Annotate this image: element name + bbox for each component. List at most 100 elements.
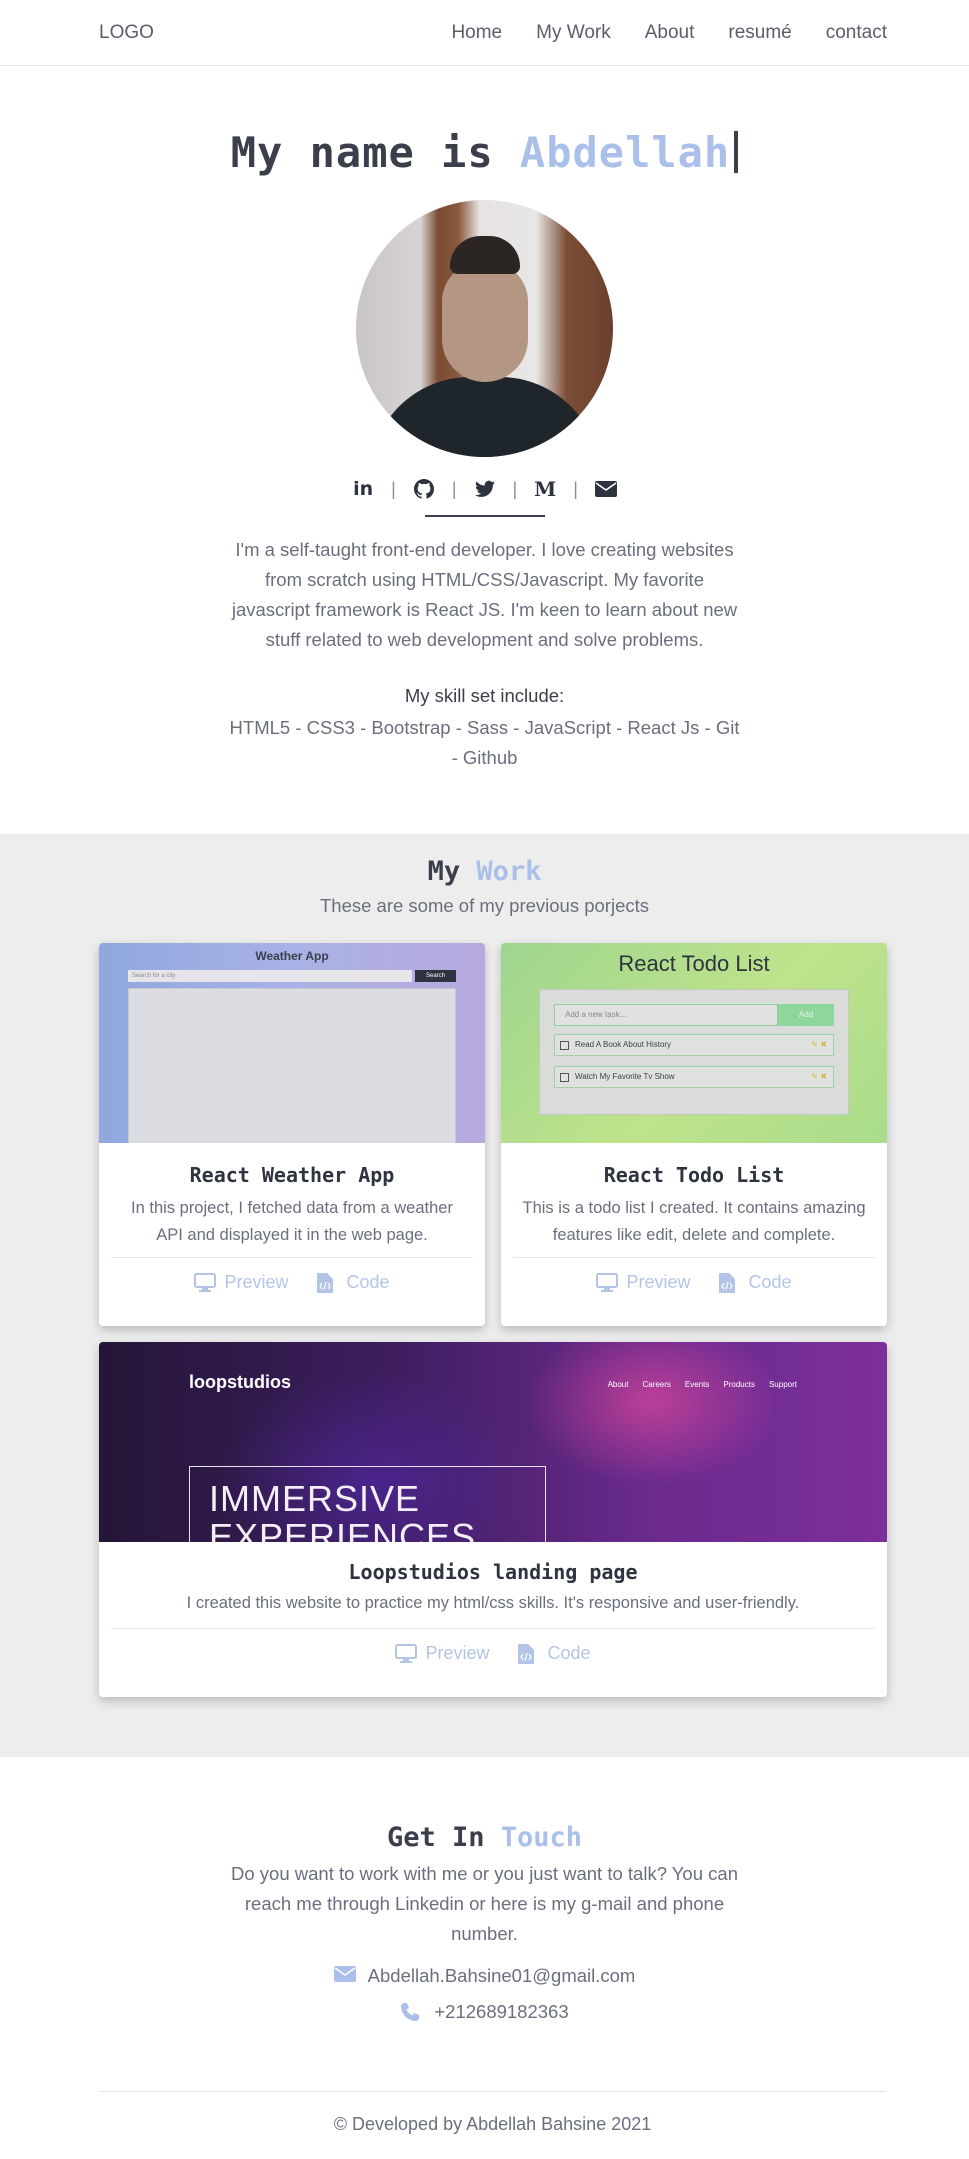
typing-cursor (734, 131, 739, 173)
contact-section: Get In Touch Do you want to work with me… (0, 1757, 969, 2023)
photo-face (441, 262, 528, 382)
contact-description: Do you want to work with me or you just … (231, 1863, 738, 1944)
nav-links: Home My Work About resumé contact (451, 22, 887, 44)
medium-icon[interactable]: M (534, 477, 556, 501)
project-thumbnail[interactable]: React Todo List Add a new task... Add Re… (501, 943, 887, 1143)
thumb-brand: loopstudios (189, 1372, 291, 1392)
nav-link-resume[interactable]: resumé (728, 22, 791, 44)
thumb-search-input: Search for a city (128, 970, 412, 982)
hero-title-name: Abdellah (519, 128, 731, 177)
social-separator: | (391, 478, 396, 499)
thumb-heading: React Todo List (618, 951, 770, 976)
footer: © Developed by Abdellah Bahsine 2021 (99, 2091, 886, 2135)
project-title: Loopstudios landing page (348, 1560, 638, 1584)
work-subtitle: These are some of my previous porjects (319, 895, 650, 916)
project-links: Preview Code (99, 1629, 887, 1678)
footer-text: © Developed by Abdellah Bahsine 2021 (333, 2114, 652, 2134)
preview-link[interactable]: Preview (395, 1643, 490, 1664)
code-label: Code (748, 1272, 792, 1292)
preview-label: Preview (626, 1272, 691, 1292)
contact-phone-text: +212689182363 (434, 2001, 569, 2022)
hero-section: My name is Abdellah in | | | M | I'm a s… (0, 66, 969, 773)
project-description: In this project, I fetched data from a w… (131, 1199, 453, 1244)
thumb-nav-item: Events (684, 1380, 710, 1389)
hero-divider (424, 515, 545, 517)
thumb-result-panel (128, 988, 456, 1143)
desktop-icon (395, 1643, 418, 1664)
thumb-todo-item: Read A Book About History ✎ ✖ (554, 1034, 834, 1056)
phone-icon (400, 2002, 422, 2022)
nav-link-contact[interactable]: contact (826, 22, 887, 44)
thumb-hero-text: IMMERSIVE EXPERIENCES (209, 1478, 476, 1543)
project-card-weather: Weather App Search for a city Search Rea… (99, 943, 485, 1326)
project-title: React Todo List (603, 1163, 785, 1187)
photo-hair (449, 236, 520, 274)
thumb-search-button: Search (415, 970, 456, 982)
preview-label: Preview (425, 1643, 490, 1663)
thumb-heading: Weather App (255, 949, 329, 963)
envelope-icon[interactable] (594, 478, 617, 500)
desktop-icon (194, 1272, 217, 1293)
code-link[interactable]: Code (718, 1272, 792, 1293)
nav-link-my-work[interactable]: My Work (536, 22, 611, 44)
project-description: This is a todo list I created. It contai… (522, 1199, 866, 1244)
thumb-nav: About Careers Events Products Support (608, 1380, 797, 1389)
bio-text: I'm a self-taught front-end developer. I… (231, 539, 738, 650)
logo[interactable]: LOGO (99, 22, 154, 44)
thumb-hero-line-1: IMMERSIVE (209, 1478, 421, 1519)
project-description: I created this website to practice my ht… (186, 1594, 800, 1612)
code-label: Code (547, 1643, 591, 1663)
work-title-prefix: My (427, 856, 477, 887)
code-link[interactable]: Code (517, 1643, 591, 1664)
photo-shirt (369, 377, 600, 457)
thumb-todo-item: Watch My Favorite Tv Show ✎ ✖ (554, 1066, 834, 1088)
nav-link-home[interactable]: Home (451, 22, 502, 44)
contact-phone[interactable]: +212689182363 (0, 2001, 969, 2023)
desktop-icon (596, 1272, 619, 1293)
top-navbar: LOGO Home My Work About resumé contact (0, 0, 969, 66)
linkedin-icon[interactable]: in (352, 478, 374, 500)
social-separator: | (512, 478, 518, 499)
hero-title: My name is Abdellah (0, 128, 969, 188)
code-link[interactable]: Code (316, 1272, 390, 1293)
project-card-loopstudios: loopstudios About Careers Events Product… (99, 1342, 887, 1697)
project-links: Preview Code (99, 1258, 485, 1307)
thumb-nav-item: About (607, 1380, 629, 1389)
skills-list: HTML5 - CSS3 - Bootstrap - Sass - JavaSc… (229, 717, 740, 768)
profile-photo (356, 200, 613, 457)
skills-heading: My skill set include: (404, 685, 565, 706)
envelope-icon (333, 1966, 356, 1986)
social-separator: | (451, 478, 457, 499)
thumb-add-button: Add (778, 1004, 834, 1026)
project-thumbnail[interactable]: loopstudios About Careers Events Product… (99, 1342, 887, 1542)
thumb-nav-item: Careers (642, 1380, 671, 1389)
preview-link[interactable]: Preview (194, 1272, 289, 1293)
project-links: Preview Code (501, 1258, 887, 1307)
edit-delete-icons: ✎ ✖ (811, 1072, 827, 1081)
thumb-nav-item: Support (768, 1380, 797, 1389)
code-file-icon (718, 1272, 741, 1293)
project-thumbnail[interactable]: Weather App Search for a city Search (99, 943, 485, 1143)
nav-link-about[interactable]: About (645, 22, 695, 44)
contact-email-text: Abdellah.Bahsine01@gmail.com (367, 1965, 636, 1986)
thumb-nav-item: Products (723, 1380, 755, 1389)
github-icon[interactable] (413, 478, 435, 500)
twitter-icon[interactable] (474, 478, 496, 500)
code-file-icon (517, 1643, 540, 1664)
social-links: in | | | M | (0, 475, 969, 503)
code-label: Code (346, 1272, 390, 1292)
contact-title-accent: Touch (500, 1822, 583, 1853)
contact-title-prefix: Get In (386, 1822, 501, 1853)
project-title: React Weather App (189, 1163, 395, 1187)
work-title-accent: Work (476, 856, 542, 887)
edit-delete-icons: ✎ ✖ (811, 1040, 827, 1049)
contact-title: Get In Touch (0, 1822, 969, 1853)
code-file-icon (316, 1272, 339, 1293)
contact-email[interactable]: Abdellah.Bahsine01@gmail.com (0, 1965, 969, 1987)
preview-link[interactable]: Preview (596, 1272, 691, 1293)
thumb-task-input: Add a new task... (554, 1004, 778, 1026)
work-section: My Work These are some of my previous po… (0, 834, 969, 1757)
preview-label: Preview (224, 1272, 289, 1292)
social-separator: | (573, 478, 578, 499)
hero-title-prefix: My name is (230, 128, 520, 177)
